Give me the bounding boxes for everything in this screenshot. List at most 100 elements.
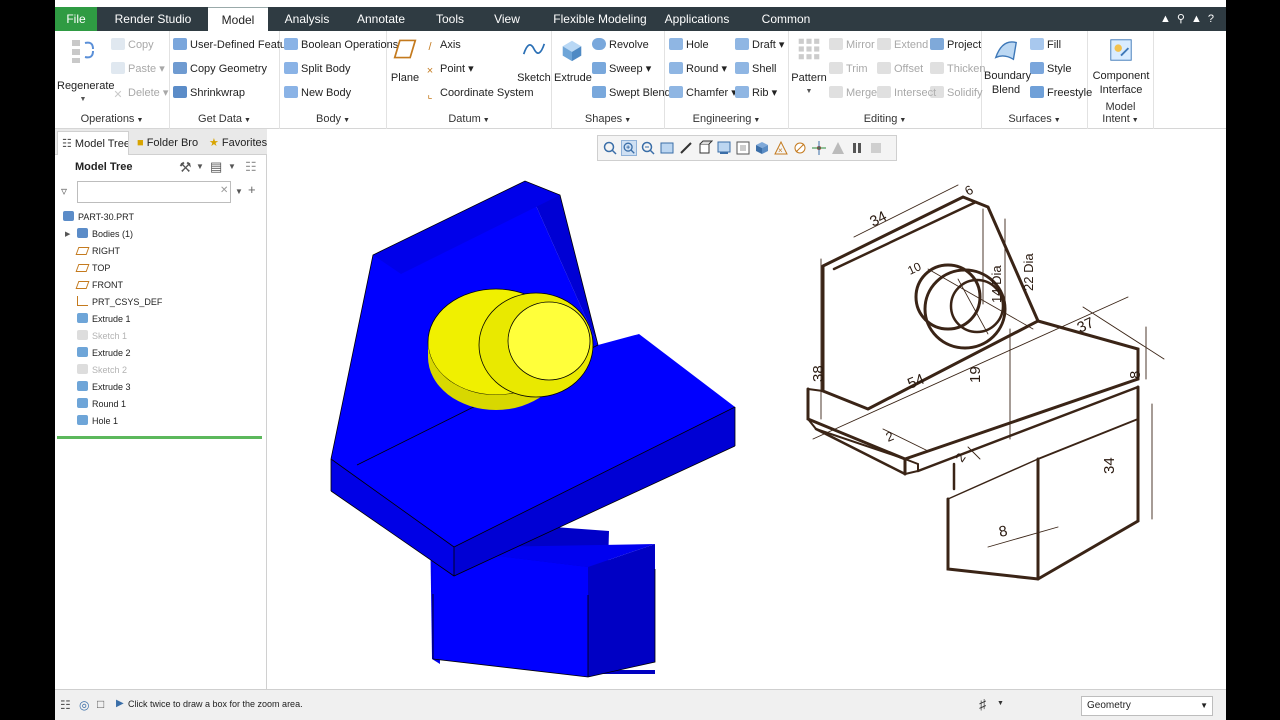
copy-button[interactable]: Copy <box>111 35 154 55</box>
tree-item[interactable]: Round 1 <box>55 396 267 413</box>
extend-button[interactable]: Extend <box>877 35 928 55</box>
refit-icon[interactable] <box>602 140 618 156</box>
show-navigator-icon[interactable]: ☷ <box>60 698 71 712</box>
delete-button[interactable]: ✕ Delete ▾ <box>111 83 168 103</box>
search-icon[interactable]: ⚲ <box>1177 13 1191 25</box>
tab-model-tree[interactable]: ☷ Model Tree <box>57 131 129 155</box>
fill-button[interactable]: Fill <box>1030 35 1061 55</box>
revolve-button[interactable]: Revolve <box>592 35 649 55</box>
spin-center-icon[interactable] <box>811 140 827 156</box>
expand-icon[interactable]: ▶ <box>65 226 70 243</box>
sketch-button[interactable]: Sketch <box>517 37 551 85</box>
trim-button[interactable]: Trim <box>829 59 868 79</box>
tab-analysis[interactable]: Analysis <box>277 7 337 31</box>
regenerate-button[interactable]: Regenerate ▼ <box>57 37 115 107</box>
tree-columns-icon[interactable]: ▤ <box>210 159 222 175</box>
tab-model[interactable]: Model <box>208 7 268 31</box>
tree-show-icon[interactable]: ☷ <box>245 159 257 175</box>
point-button[interactable]: × Point ▾ <box>423 59 474 79</box>
component-interface-button[interactable]: Component Interface <box>1090 37 1152 97</box>
sweep-button[interactable]: Sweep ▾ <box>592 59 651 79</box>
tree-item[interactable]: RIGHT <box>55 243 267 260</box>
tab-flexible-modeling[interactable]: Flexible Modeling <box>545 7 655 31</box>
round-button[interactable]: Round ▾ <box>669 59 727 79</box>
user-defined-feature-button[interactable]: User-Defined Feature <box>173 35 296 55</box>
tab-common[interactable]: Common <box>756 7 816 31</box>
extrude-button[interactable]: Extrude <box>554 37 592 85</box>
shell-button[interactable]: Shell <box>735 59 776 79</box>
thicken-button[interactable]: Thicken <box>930 59 986 79</box>
minimize-ribbon-icon[interactable]: ▲ <box>1160 13 1177 25</box>
group-label-surfaces[interactable]: Surfaces ▼ <box>982 113 1087 125</box>
tab-tools[interactable]: Tools <box>425 7 475 31</box>
tree-item[interactable]: Extrude 2 <box>55 345 267 362</box>
shrinkwrap-button[interactable]: Shrinkwrap <box>173 83 245 103</box>
group-label-shapes[interactable]: Shapes ▼ <box>552 113 664 125</box>
perspective-view-icon[interactable] <box>735 140 751 156</box>
reorient-icon[interactable] <box>678 140 694 156</box>
tree-item[interactable]: ▶ Bodies (1) <box>55 226 267 243</box>
rib-button[interactable]: Rib ▾ <box>735 83 777 103</box>
tree-settings-dropdown-icon[interactable]: ▼ <box>196 162 204 171</box>
coordinate-system-button[interactable]: ⌞ Coordinate System <box>423 83 533 103</box>
new-body-button[interactable]: New Body <box>284 83 351 103</box>
copy-geometry-button[interactable]: Copy Geometry <box>173 59 267 79</box>
datum-display-filters-icon[interactable]: × <box>773 140 789 156</box>
tree-columns-dropdown-icon[interactable]: ▼ <box>228 162 236 171</box>
tree-item[interactable]: FRONT <box>55 277 267 294</box>
tree-item[interactable]: Hole 1 <box>55 413 267 430</box>
zoom-in-icon[interactable] <box>621 140 637 156</box>
stop-regeneration-icon[interactable] <box>868 140 884 156</box>
split-body-button[interactable]: Split Body <box>284 59 351 79</box>
project-button[interactable]: Project <box>930 35 981 55</box>
paste-button[interactable]: Paste ▾ <box>111 59 165 79</box>
pattern-button[interactable]: Pattern ▼ <box>791 37 827 99</box>
group-label-model-intent[interactable]: Model Intent ▼ <box>1088 101 1153 125</box>
freestyle-button[interactable]: Freestyle <box>1030 83 1092 103</box>
selection-filter-dropdown[interactable]: Geometry ▼ <box>1081 696 1213 716</box>
tree-item[interactable]: Extrude 1 <box>55 311 267 328</box>
group-label-datum[interactable]: Datum ▼ <box>387 113 551 125</box>
tab-applications[interactable]: Applications <box>662 7 732 31</box>
repaint-icon[interactable] <box>659 140 675 156</box>
tree-item[interactable]: PART-30.PRT <box>55 209 267 226</box>
solidify-button[interactable]: Solidify <box>930 83 982 103</box>
show-browser-icon[interactable]: ◎ <box>79 698 89 712</box>
tab-render-studio[interactable]: Render Studio <box>108 7 198 31</box>
plane-button[interactable]: Plane <box>389 37 421 85</box>
tab-view[interactable]: View <box>487 7 527 31</box>
draft-button[interactable]: Draft ▾ <box>735 35 784 55</box>
group-label-engineering[interactable]: Engineering ▼ <box>665 113 788 125</box>
tab-favorites[interactable]: ★ Favorites <box>205 131 267 155</box>
boundary-blend-button[interactable]: Boundary Blend <box>984 37 1031 97</box>
style-button[interactable]: Style <box>1030 59 1071 79</box>
part-model[interactable] <box>330 180 736 678</box>
display-style-icon[interactable] <box>754 140 770 156</box>
find-dropdown-icon[interactable]: ▼ <box>997 700 1004 707</box>
group-label-editing[interactable]: Editing ▼ <box>789 113 981 125</box>
tree-item[interactable]: Sketch 2 <box>55 362 267 379</box>
tab-folder-browser[interactable]: ■ Folder Bro <box>133 131 201 155</box>
model-tree-search-input[interactable] <box>77 181 231 203</box>
zoom-out-icon[interactable] <box>640 140 656 156</box>
learning-icon[interactable]: ▲ <box>1191 13 1208 25</box>
search-options-dropdown-icon[interactable]: ▼ <box>235 187 243 196</box>
boolean-operations-button[interactable]: Boolean Operations <box>284 35 398 55</box>
tab-file[interactable]: File <box>55 7 97 31</box>
merge-button[interactable]: Merge <box>829 83 877 103</box>
graphics-window[interactable]: 34 6 10 14 Dia 22 Dia 38 54 19 37 8 2 2 … <box>268 129 1226 689</box>
help-icon[interactable]: ? <box>1208 13 1220 25</box>
add-filter-icon[interactable]: + <box>248 182 256 197</box>
intersect-button[interactable]: Intersect <box>877 83 936 103</box>
tree-item[interactable]: TOP <box>55 260 267 277</box>
mirror-button[interactable]: Mirror <box>829 35 875 55</box>
full-screen-icon[interactable]: □ <box>97 697 104 711</box>
display-combined-icon[interactable] <box>830 140 846 156</box>
insert-here-indicator[interactable] <box>57 436 262 439</box>
tree-settings-icon[interactable]: ⚒ <box>179 159 192 176</box>
view-manager-icon[interactable] <box>716 140 732 156</box>
clear-search-icon[interactable]: ✕ <box>220 185 228 196</box>
group-label-body[interactable]: Body ▼ <box>280 113 386 125</box>
saved-orientations-icon[interactable] <box>697 140 713 156</box>
hole-button[interactable]: Hole <box>669 35 709 55</box>
